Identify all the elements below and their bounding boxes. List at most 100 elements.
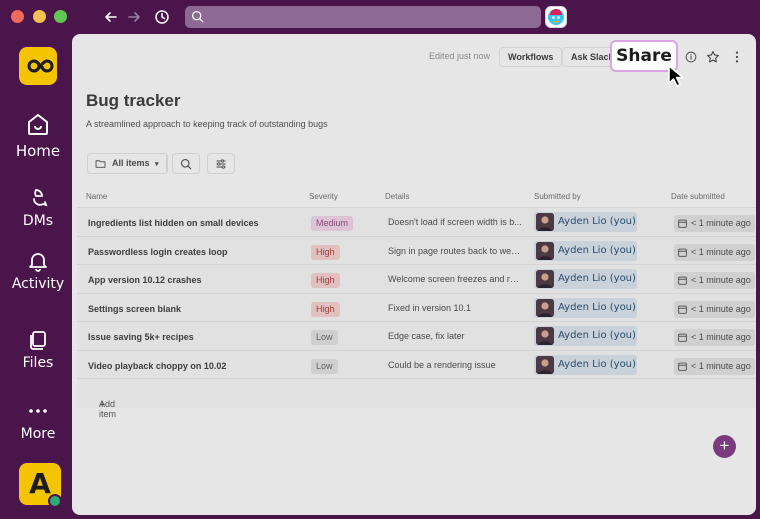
bell-icon	[29, 253, 47, 272]
date-submitted: < 1 minute ago	[674, 329, 755, 346]
column-header-severity[interactable]: Severity	[309, 192, 338, 201]
add-item-label: Add item	[99, 399, 117, 419]
user-name: Ayden Lio (you)	[558, 301, 636, 313]
date-submitted: < 1 minute ago	[674, 300, 755, 318]
page-subtitle: A streamlined approach to keeping track …	[86, 119, 328, 129]
sidebar-item-label: Files	[22, 355, 54, 371]
user-name: Ayden Lio (you)	[558, 244, 636, 256]
minimize-window-button[interactable]	[33, 10, 46, 23]
bug-name: Passwordless login creates loop	[88, 246, 228, 257]
workspace-logo[interactable]	[19, 47, 57, 85]
help-assistant-icon[interactable]	[545, 6, 567, 28]
submitted-by-user[interactable]: Ayden Lio (you)	[534, 354, 637, 375]
plus-icon: +	[719, 436, 730, 455]
severity-badge[interactable]: High	[311, 244, 340, 260]
user-name: Ayden Lio (you)	[558, 330, 636, 341]
date-submitted: < 1 minute ago	[674, 272, 755, 289]
app-sidebar: Home DMs Activity Files More A	[0, 34, 76, 519]
back-arrow-icon[interactable]	[101, 7, 121, 27]
search-input[interactable]	[209, 8, 529, 26]
filter-settings-button[interactable]	[207, 153, 235, 174]
sidebar-item-dms[interactable]: DMs	[0, 187, 76, 229]
table-row[interactable]: Ingredients list hidden on small devices…	[77, 207, 756, 236]
calendar-icon	[678, 362, 687, 371]
date-text: < 1 minute ago	[691, 303, 751, 314]
bug-name: Video playback choppy on 10.02	[88, 360, 227, 371]
submitted-by-user[interactable]: Ayden Lio (you)	[534, 269, 637, 289]
sidebar-item-label: Activity	[11, 276, 65, 292]
column-header-details[interactable]: Details	[385, 192, 409, 201]
search-bar[interactable]	[185, 6, 541, 28]
sidebar-item-more[interactable]: More	[0, 400, 76, 442]
bug-details: Could be a rendering issue	[388, 359, 496, 370]
maximize-window-button[interactable]	[54, 10, 67, 23]
folder-icon	[95, 160, 106, 168]
filter-label: All items	[112, 158, 150, 168]
add-item-button[interactable]: + Add item	[77, 378, 756, 419]
severity-badge[interactable]: Low	[311, 358, 338, 374]
bug-details: Welcome screen freezes and reb...	[388, 274, 522, 284]
submitted-by-user[interactable]: Ayden Lio (you)	[534, 240, 637, 261]
more-options-icon[interactable]	[728, 48, 746, 66]
search-list-button[interactable]	[172, 153, 200, 174]
severity-badge[interactable]: Low	[311, 330, 338, 345]
severity-badge[interactable]: Medium	[311, 216, 354, 231]
date-text: < 1 minute ago	[691, 332, 751, 342]
submitted-by-user[interactable]: Ayden Lio (you)	[534, 326, 637, 346]
bug-name: App version 10.12 crashes	[88, 275, 202, 285]
more-icon	[29, 409, 47, 413]
column-header-date-submitted[interactable]: Date submitted	[671, 192, 725, 201]
calendar-icon	[678, 248, 687, 257]
history-clock-icon[interactable]	[152, 7, 172, 27]
sidebar-item-home[interactable]: Home	[0, 110, 76, 160]
toolbar-divider	[166, 154, 167, 172]
search-icon	[191, 10, 204, 23]
workflows-button[interactable]: Workflows	[499, 47, 563, 67]
date-submitted: < 1 minute ago	[674, 357, 755, 375]
date-submitted: < 1 minute ago	[674, 243, 755, 261]
date-text: < 1 minute ago	[691, 360, 751, 371]
submitted-by-user[interactable]: Ayden Lio (you)	[534, 212, 637, 232]
column-header-name[interactable]: Name	[86, 192, 107, 201]
list-view-panel: Edited just now Workflows Ask Slackb Bug…	[72, 34, 756, 515]
user-name: Ayden Lio (you)	[558, 273, 636, 284]
avatar	[536, 241, 554, 260]
star-icon[interactable]	[704, 48, 722, 66]
ask-slackbot-button[interactable]: Ask Slackb	[562, 47, 614, 67]
bug-details: Fixed in version 10.1	[388, 302, 472, 313]
calendar-icon	[678, 305, 687, 314]
view-filter-dropdown[interactable]: All items ▾	[87, 153, 168, 174]
avatar	[536, 355, 554, 374]
bug-name: Issue saving 5k+ recipes	[88, 332, 194, 342]
chevron-down-icon: ▾	[155, 161, 159, 168]
sidebar-item-activity[interactable]: Activity	[0, 250, 76, 292]
add-fab-button[interactable]: +	[713, 435, 736, 458]
date-submitted: < 1 minute ago	[674, 215, 755, 232]
avatar	[536, 298, 554, 317]
table-row[interactable]: Passwordless login creates loop High Sign …	[77, 235, 756, 265]
calendar-icon	[678, 219, 687, 228]
sidebar-item-files[interactable]: Files	[0, 329, 76, 371]
sidebar-item-label: DMs	[22, 213, 54, 229]
table-row[interactable]: Settings screen blank High Fixed in versio…	[77, 292, 756, 322]
avatar	[536, 213, 554, 231]
bug-details: Sign in page routes back to welc...	[388, 245, 522, 256]
sidebar-item-label: More	[20, 426, 56, 442]
date-text: < 1 minute ago	[691, 275, 751, 285]
table-row[interactable]: Video playback choppy on 10.02 Low Could b…	[77, 349, 756, 379]
edited-status: Edited just now	[429, 51, 491, 61]
submitted-by-user[interactable]: Ayden Lio (you)	[534, 297, 637, 318]
table-row[interactable]: App version 10.12 crashes High Welcome scr…	[77, 264, 756, 293]
table-row[interactable]: Issue saving 5k+ recipes Low Edge case, fi…	[77, 321, 756, 350]
close-window-button[interactable]	[11, 10, 24, 23]
files-icon	[30, 331, 46, 350]
bug-name: Ingredients list hidden on small devices	[88, 218, 259, 228]
column-header-submitted-by[interactable]: Submitted by	[534, 192, 581, 201]
bug-details: Doesn't load if screen width is b...	[388, 217, 522, 227]
bug-name: Settings screen blank	[88, 303, 182, 314]
severity-badge[interactable]: High	[311, 273, 340, 288]
mouse-cursor-icon	[668, 65, 684, 87]
forward-arrow-icon[interactable]	[124, 7, 144, 27]
severity-badge[interactable]: High	[311, 301, 340, 317]
search-icon	[180, 158, 192, 170]
